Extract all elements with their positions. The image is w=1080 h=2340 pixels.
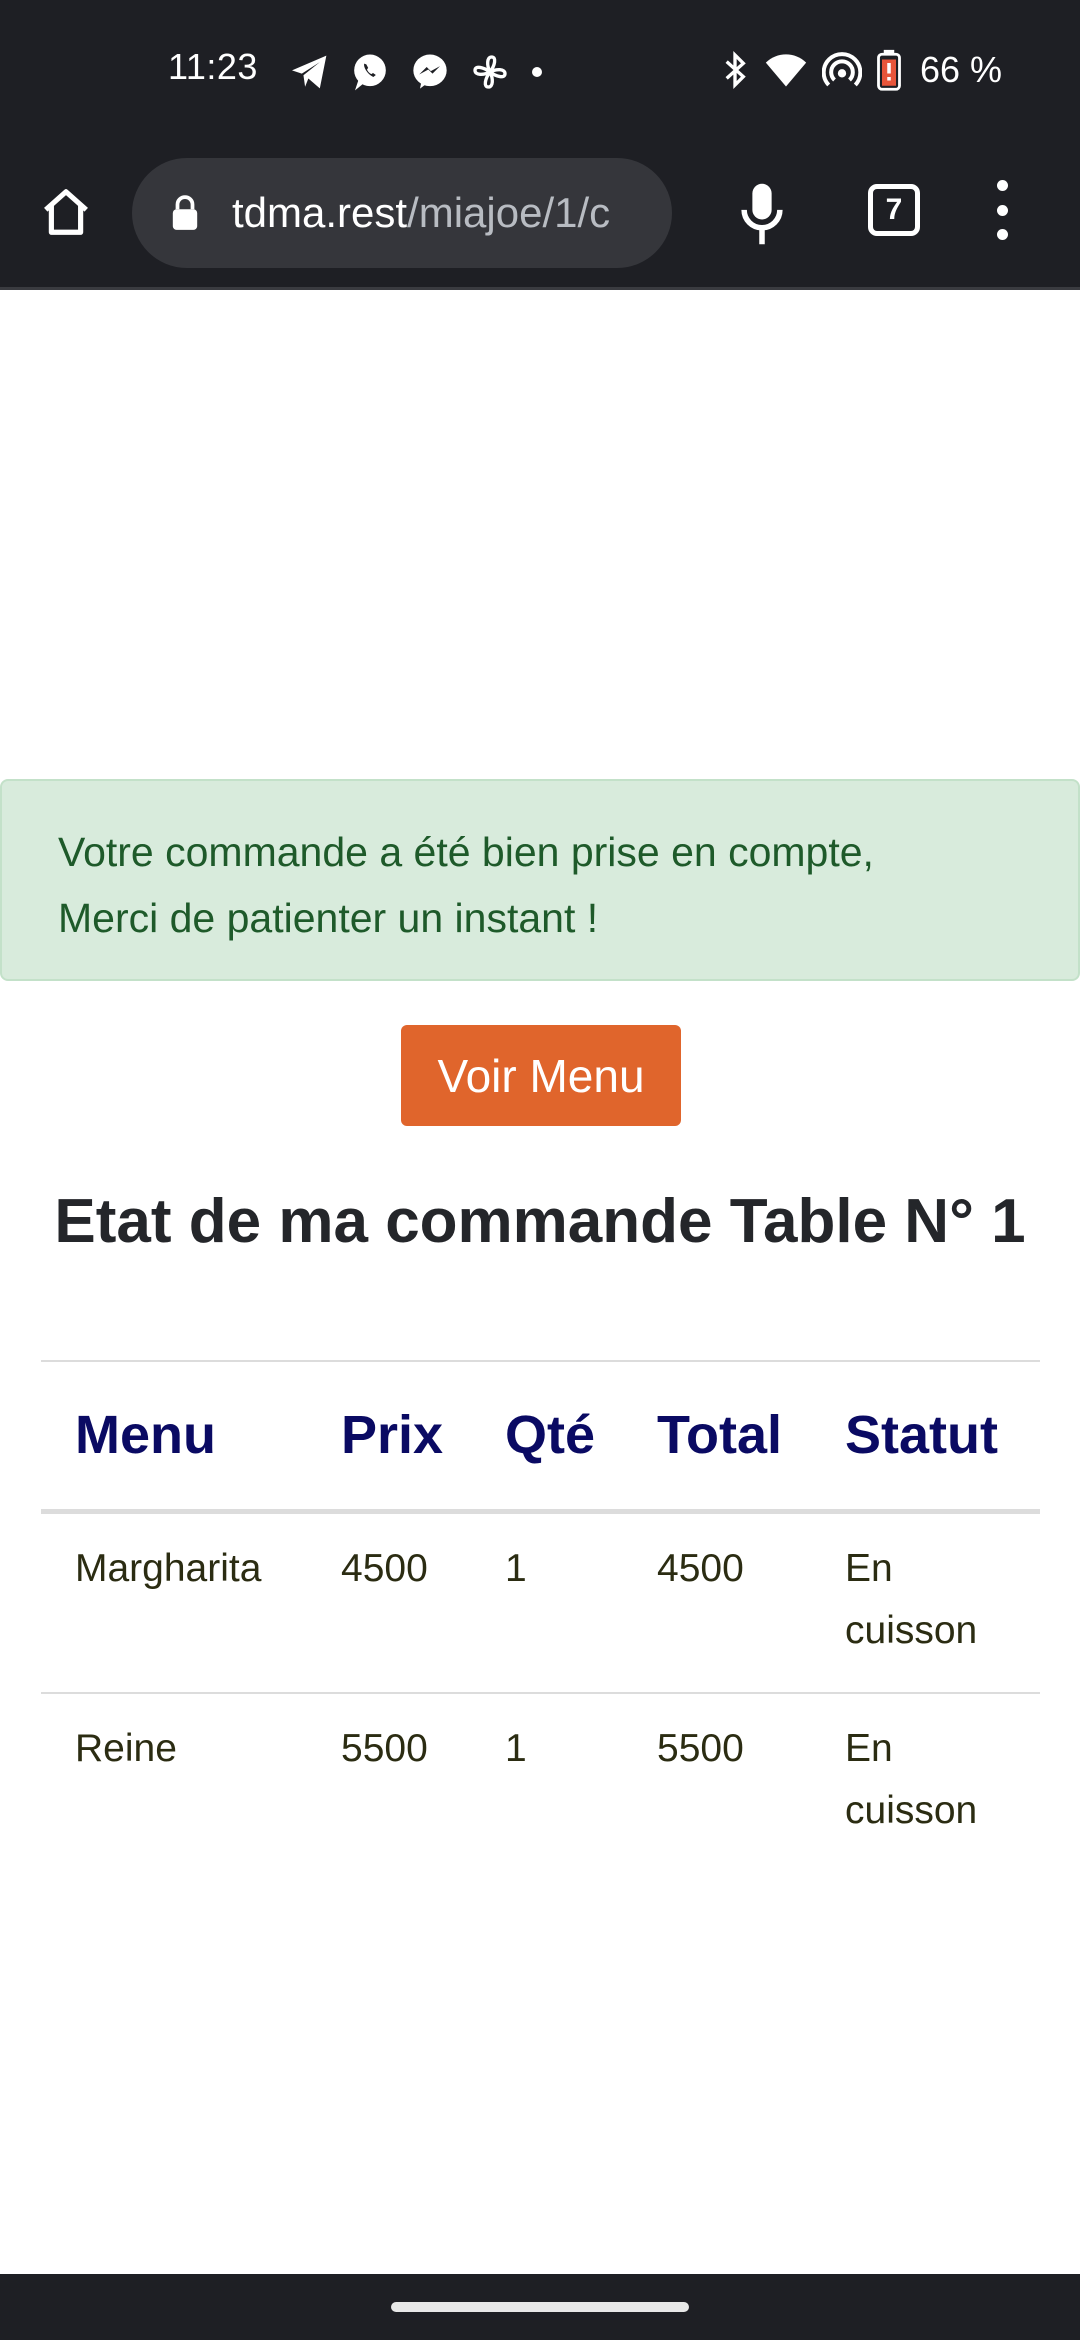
- telegram-icon: [292, 55, 327, 89]
- battery-icon: [877, 49, 901, 91]
- status-bar: 11:23 66 %: [0, 0, 1080, 142]
- url-text: tdma.rest/miajoe/1/c: [232, 158, 652, 268]
- page-title: Etat de ma commande Table N° 1: [54, 1187, 1026, 1256]
- header-prix: Prix: [307, 1360, 471, 1514]
- system-icons: 66 %: [720, 48, 1002, 92]
- statut-line-1: En: [845, 1726, 893, 1770]
- table-header-row: Menu Prix Qté Total Statut: [41, 1360, 1040, 1514]
- table-row: Reine 5500 1 5500 En cuisson: [41, 1693, 1040, 1872]
- voice-search-button[interactable]: [732, 176, 792, 252]
- cell-menu: Reine: [75, 1726, 177, 1770]
- dot-icon: [532, 67, 542, 77]
- cell-menu: Margharita: [41, 1511, 307, 1694]
- browser-toolbar: tdma.rest/miajoe/1/c 7: [0, 142, 1080, 290]
- header-menu: Menu: [41, 1360, 307, 1514]
- navigation-bar: [0, 2274, 1080, 2340]
- wifi-icon: [765, 54, 807, 87]
- cell-qte: 1: [471, 1511, 623, 1694]
- alert-line-2: Merci de patienter un instant !: [58, 895, 599, 941]
- overflow-menu-button[interactable]: [982, 180, 1022, 240]
- more-vertical-icon: [996, 180, 1008, 191]
- statut-line-1: En: [845, 1546, 893, 1590]
- statut-line-2: cuisson: [845, 1788, 978, 1832]
- header-total: Total: [623, 1360, 811, 1514]
- url-host: tdma.rest: [232, 189, 408, 236]
- table-row: Margharita 4500 1 4500 En cuisson: [41, 1511, 1040, 1694]
- cell-statut: En cuisson: [811, 1511, 1040, 1694]
- microphone-icon: [741, 183, 783, 245]
- cell-qte: 1: [505, 1726, 527, 1770]
- pinwheel-icon: [473, 55, 507, 89]
- home-icon: [44, 189, 88, 235]
- messenger-icon: [413, 54, 447, 89]
- header-qte: Qté: [471, 1360, 623, 1514]
- battery-percentage: 66 %: [919, 49, 1002, 90]
- status-time: 11:23: [168, 46, 258, 87]
- order-confirmation-alert: Votre commande a été bien prise en compt…: [0, 779, 1080, 981]
- cell-prix: 4500: [307, 1511, 471, 1694]
- cell-prix: 5500: [341, 1726, 428, 1770]
- order-table: Menu Prix Qté Total Statut Margharita 45…: [41, 1360, 1040, 1872]
- lock-icon: [172, 195, 198, 230]
- cell-total: 5500: [657, 1726, 744, 1770]
- url-path: /miajoe/1/c: [407, 189, 611, 236]
- tab-switcher-button[interactable]: 7: [868, 184, 920, 236]
- header-statut: Statut: [811, 1360, 1040, 1514]
- bluetooth-icon: [725, 50, 746, 90]
- voir-menu-button[interactable]: Voir Menu: [401, 1025, 681, 1126]
- address-bar[interactable]: tdma.rest/miajoe/1/c: [132, 158, 672, 268]
- home-button[interactable]: [36, 182, 96, 242]
- statut-line-2: cuisson: [845, 1608, 978, 1652]
- cell-statut: En cuisson: [811, 1693, 1040, 1872]
- cell-total: 4500: [623, 1511, 811, 1694]
- hotspot-icon: [821, 52, 862, 87]
- whatsapp-icon: [354, 54, 386, 91]
- gesture-home-handle[interactable]: [391, 2302, 689, 2312]
- notification-icons: [290, 52, 544, 92]
- alert-line-1: Votre commande a été bien prise en compt…: [58, 829, 874, 875]
